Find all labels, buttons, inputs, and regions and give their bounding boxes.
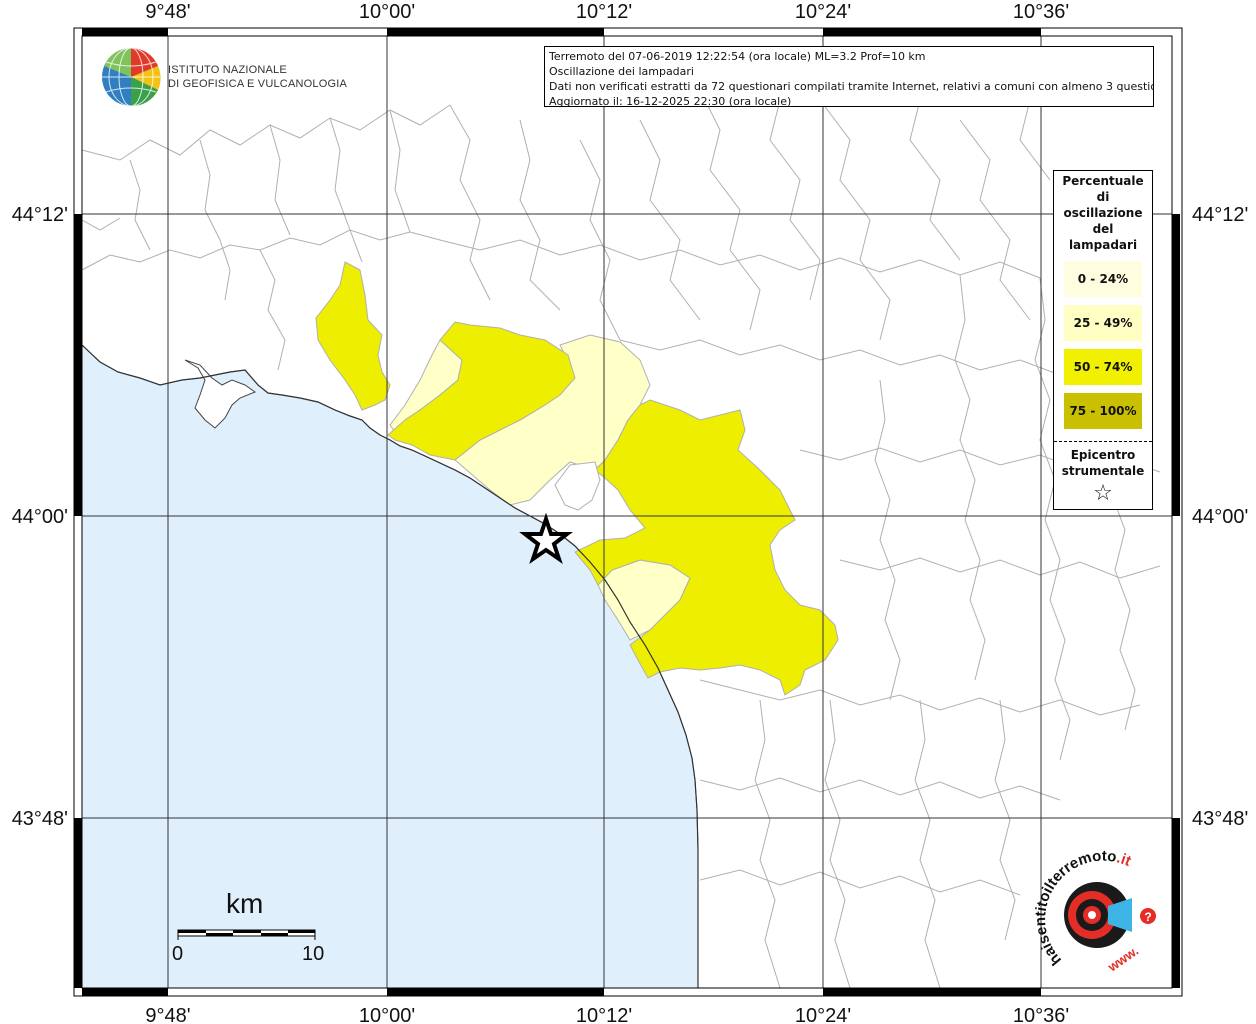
lon-label: 10°00' [359,1,415,23]
scale-end: 10 [302,943,325,965]
event-title: Terremoto del 07-06-2019 12:22:54 (ora l… [549,50,926,63]
ingv-logo-icon [102,47,161,107]
legend-star-icon: ☆ [1093,481,1113,506]
legend-title-line: lampadari [1068,238,1138,252]
institute-line: ISTITUTO NAZIONALE [168,64,287,76]
lon-labels-bottom: 9°48' 10°00' 10°12' 10°24' 10°36' [145,1005,1069,1024]
lat-label: 43°48' [12,808,68,830]
lon-label: 10°24' [795,1,851,23]
scale-start: 0 [172,943,184,965]
lon-label: 10°24' [795,1005,851,1024]
map-canvas: 9°48' 10°00' 10°12' 10°24' 10°36' 9°48' … [12,1,1249,1024]
update-time: Aggiornato il: 16-12-2025 22:30 (ora loc… [549,95,792,107]
lat-label: 43°48' [1192,808,1248,830]
lon-label: 9°48' [145,1,190,23]
lat-label: 44°12' [1192,204,1248,226]
lon-label: 10°36' [1013,1,1069,23]
institute-line: DI GEOFISICA E VULCANOLOGIA [168,78,347,90]
ingv-institute-name: ISTITUTO NAZIONALE DI GEOFISICA E VULCAN… [168,63,347,91]
svg-text:?: ? [1144,910,1151,924]
legend-divider [1054,441,1152,442]
event-info-box: Terremoto del 07-06-2019 12:22:54 (ora l… [544,46,1154,107]
legend-item: 25 - 49% [1064,305,1142,341]
data-note: Dati non verificati estratti da 72 quest… [549,80,1154,93]
legend-title-line: Percentuale [1062,174,1144,188]
legend-title-line: del [1092,222,1114,236]
legend-epicenter-line: Epicentro [1070,448,1136,462]
lon-label: 10°12' [576,1,632,23]
lon-label: 10°12' [576,1005,632,1024]
legend-item: 75 - 100% [1064,393,1142,429]
lat-labels-left: 44°12' 44°00' 43°48' [12,204,68,830]
lat-labels-right: 44°12' 44°00' 43°48' [1192,204,1248,830]
legend: Percentuale di oscillazione del lampadar… [1053,170,1153,510]
legend-title: Percentuale di oscillazione del lampadar… [1054,173,1152,253]
lon-label: 10°00' [359,1005,415,1024]
lat-label: 44°12' [12,204,68,226]
legend-title-line: oscillazione [1063,206,1143,220]
legend-epicenter-title: Epicentro strumentale [1054,447,1152,479]
lat-label: 44°00' [1192,506,1248,528]
lat-label: 44°00' [12,506,68,528]
lon-labels-top: 9°48' 10°00' 10°12' 10°24' 10°36' [145,1,1069,23]
lon-label: 9°48' [145,1005,190,1024]
legend-epicenter-line: strumentale [1061,464,1145,478]
legend-title-line: di [1096,190,1110,204]
legend-item: 50 - 74% [1064,349,1142,385]
map-subject: Oscillazione dei lampadari [549,65,694,78]
scale-unit: km [226,888,264,919]
legend-item: 0 - 24% [1064,261,1142,297]
lon-label: 10°36' [1013,1005,1069,1024]
